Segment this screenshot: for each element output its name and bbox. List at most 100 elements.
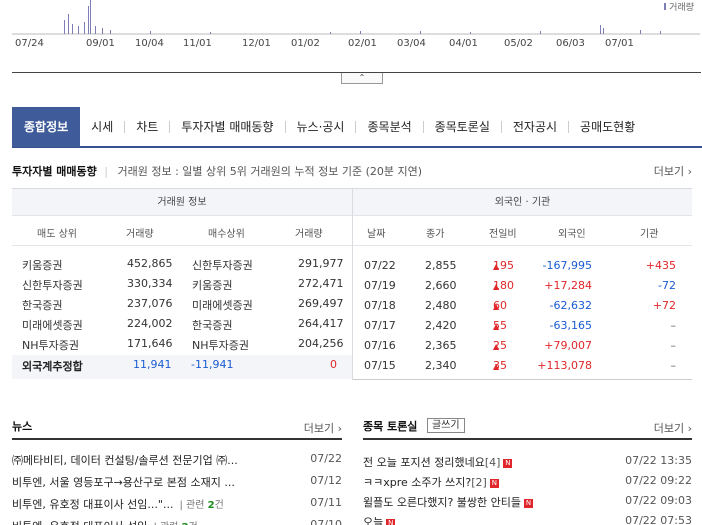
fi-change: ▲ 60	[493, 299, 507, 312]
news-title-link[interactable]: 비투엔, 유호정 대표이사 선임..."... | 관련 2건	[12, 496, 224, 512]
x-tick-label: 10/04	[135, 38, 164, 49]
fi-row: 07/17 2,420 ▲ 55 -63,165 –	[353, 316, 692, 336]
forum-post-link[interactable]: 윌플도 오른다했지? 불쌍한 안티들 N	[363, 494, 534, 510]
col-buy-top: 매수상위	[208, 229, 245, 240]
tab-1[interactable]: 시세	[80, 107, 124, 147]
up-triangle-icon: ▲	[493, 322, 500, 331]
tab-5[interactable]: 종목분석	[356, 107, 422, 147]
related-label: | 관련	[179, 500, 208, 511]
forum-post-link[interactable]: 오늘 N	[363, 514, 396, 525]
investor-section-header: 투자자별 매매동향 | 거래원 정보 : 일별 상위 5위 거래원의 누적 정보…	[12, 163, 692, 181]
volume-bar	[420, 31, 421, 34]
news-item[interactable]: ㈜메타비티, 데이터 컨설팅/솔루션 전문기업 ㈜... 07/22	[12, 449, 342, 471]
foreign-institution-table: 외국인 · 기관 날짜 종가 전일비 외국인 기관 07/22 2,855 ▲ 195…	[353, 188, 692, 380]
comment-count: [2]	[471, 476, 487, 489]
broker-row: NH투자증권 171,646 NH투자증권 204,256	[12, 334, 352, 354]
forum-post[interactable]: 전 오늘 포지션 정리했네요[4] N 07/22 13:35	[363, 451, 692, 473]
investor-more-link[interactable]: 더보기 ›	[654, 163, 692, 179]
fi-inst: -72	[658, 279, 676, 292]
sell-volume: 171,646	[127, 337, 173, 350]
volume-bar	[470, 32, 471, 34]
buy-volume: 264,417	[298, 317, 344, 330]
forum-post[interactable]: 윌플도 오른다했지? 불쌍한 안티들 N 07/22 09:03	[363, 491, 692, 513]
tab-7[interactable]: 전자공시	[502, 107, 568, 147]
volume-bars	[64, 0, 661, 34]
broker-table: 거래원 정보 매도 상위 거래량 매수상위 거래량 키움증권 452,865 신한투…	[12, 188, 352, 380]
news-more-link[interactable]: 더보기 ›	[304, 420, 342, 436]
news-header: 뉴스 더보기 ›	[12, 418, 342, 440]
news-title-link[interactable]: 비투엔, 유호정 대표이사 선임| 관련 2건	[12, 518, 198, 525]
broker-row: 한국증권 237,076 미래에셋증권 269,497	[12, 294, 352, 314]
forum-post-title: ㅋㅋxpre 소주가 쓰지?	[363, 476, 472, 489]
forum-post[interactable]: 오늘 N 07/22 07:53	[363, 511, 692, 525]
fi-change: ▲ 180	[493, 279, 514, 292]
volume-bar	[150, 31, 151, 34]
tab-4[interactable]: 뉴스·공시	[286, 107, 356, 147]
fi-inst: +72	[652, 299, 676, 312]
sell-broker: 신한투자증권	[22, 279, 83, 292]
fi-title: 외국인 · 기관	[353, 188, 692, 216]
buy-volume: 291,977	[298, 257, 344, 270]
tab-3[interactable]: 투자자별 매매동향	[170, 107, 284, 147]
write-post-button[interactable]: 글쓰기	[426, 418, 465, 433]
related-count[interactable]: | 관련 2건	[179, 500, 223, 511]
tab-0[interactable]: 종합정보	[12, 107, 81, 147]
news-title-link[interactable]: ㈜메타비티, 데이터 컨설팅/솔루션 전문기업 ㈜...	[12, 452, 238, 468]
volume-bar	[330, 32, 331, 34]
x-tick-label: 05/02	[504, 38, 533, 49]
fi-foreign: -63,165	[549, 319, 592, 332]
volume-bar	[72, 24, 73, 34]
volume-bar	[640, 30, 641, 34]
fi-row: 07/19 2,660 ▲ 180 +17,284 -72	[353, 276, 692, 296]
forum-post-link[interactable]: 전 오늘 포지션 정리했네요[4] N	[363, 454, 513, 470]
forum-post[interactable]: ㅋㅋxpre 소주가 쓰지?[2] N 07/22 09:22	[363, 471, 692, 493]
forum-post-date: 07/22 09:22	[625, 474, 692, 487]
foreign-total-buy: -11,941	[191, 358, 234, 371]
forum-post-link[interactable]: ㅋㅋxpre 소주가 쓰지?[2] N	[363, 474, 499, 490]
foreign-total-sell: 11,941	[133, 358, 172, 371]
fi-change: ▲ 35	[493, 359, 507, 372]
volume-bar	[90, 0, 91, 34]
sell-volume: 224,002	[127, 317, 173, 330]
news-headline: 비투엔, 유호정 대표이사 선임	[12, 520, 147, 525]
foreign-total-net: 0	[330, 358, 337, 371]
forum-post-date: 07/22 07:53	[625, 514, 692, 525]
col-sell-top: 매도 상위	[37, 229, 77, 240]
new-badge-icon: N	[524, 498, 534, 508]
x-tick-label: 04/01	[449, 38, 478, 49]
sell-volume: 452,865	[127, 257, 173, 270]
broker-row: 미래에셋증권 224,002 한국증권 264,417	[12, 314, 352, 334]
new-badge-icon: N	[489, 478, 499, 488]
fi-close: 2,855	[425, 259, 457, 272]
news-date: 07/22	[310, 452, 342, 465]
collapse-chart-button[interactable]: ⌃	[341, 73, 383, 84]
stock-tabs: 종합정보 시세 차트 투자자별 매매동향 뉴스·공시 종목분석 종목토론실 전자공시 공매도현황	[12, 107, 702, 148]
col-buy-vol: 거래량	[295, 229, 323, 240]
fi-date: 07/19	[364, 279, 396, 292]
fi-close: 2,340	[425, 359, 457, 372]
news-title-link[interactable]: 비투엔, 서울 영등포구→용산구로 본점 소재지 ...	[12, 474, 235, 490]
news-item[interactable]: 비투엔, 유호정 대표이사 선임| 관련 2건 07/10	[12, 515, 342, 525]
tab-2[interactable]: 차트	[125, 107, 169, 147]
volume-bar	[110, 30, 111, 34]
fi-inst: –	[670, 339, 677, 352]
fi-inst: +435	[645, 259, 676, 272]
fi-close: 2,480	[425, 299, 457, 312]
chevron-up-icon: ⌃	[358, 73, 366, 82]
volume-bar	[660, 31, 661, 34]
forum-more-link[interactable]: 더보기 ›	[654, 420, 692, 436]
tab-8[interactable]: 공매도현황	[569, 107, 646, 147]
tab-6[interactable]: 종목토론실	[424, 107, 501, 147]
fi-row: 07/18 2,480 ▲ 60 -62,632 +72	[353, 296, 692, 316]
news-item[interactable]: 비투엔, 서울 영등포구→용산구로 본점 소재지 ... 07/12	[12, 471, 342, 493]
legend-volume-label: 거래량	[669, 3, 694, 13]
fi-foreign: +17,284	[544, 279, 592, 292]
news-item[interactable]: 비투엔, 유호정 대표이사 선임..."... | 관련 2건 07/11	[12, 493, 342, 515]
buy-volume: 269,497	[298, 297, 344, 310]
volume-bar	[88, 6, 89, 34]
investor-desc: 거래원 정보 : 일별 상위 5위 거래원의 누적 정보 기준 (20분 지연)	[117, 165, 423, 178]
fi-close: 2,660	[425, 279, 457, 292]
fi-row: 07/22 2,855 ▲ 195 -167,995 +435	[353, 256, 692, 276]
volume-legend-swatch	[664, 3, 667, 10]
volume-bar	[78, 26, 79, 34]
